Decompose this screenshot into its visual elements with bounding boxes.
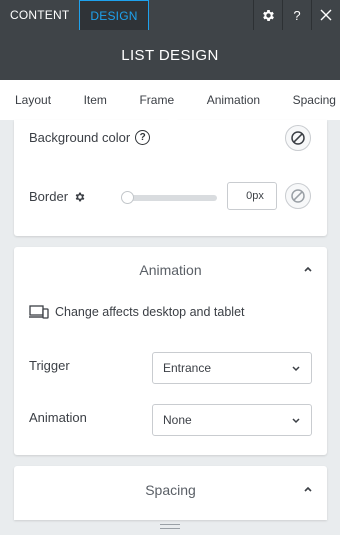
- tab-content[interactable]: CONTENT: [0, 0, 79, 30]
- page-title: LIST DESIGN: [121, 46, 219, 64]
- top-bar: CONTENT DESIGN ?: [0, 0, 340, 30]
- animation-select[interactable]: None: [152, 404, 312, 436]
- settings-button[interactable]: [253, 0, 282, 30]
- border-width-input[interactable]: [227, 182, 277, 210]
- sub-tabs: Layout Item Frame Animation Spacing: [0, 80, 340, 120]
- chevron-up-icon[interactable]: [303, 484, 313, 494]
- spacing-section-title[interactable]: Spacing: [14, 482, 327, 498]
- tab-spacing[interactable]: Spacing: [293, 93, 336, 107]
- tab-design[interactable]: DESIGN: [79, 0, 149, 30]
- background-color-row: Background color ?: [29, 130, 151, 145]
- trigger-select[interactable]: Entrance: [152, 352, 312, 384]
- close-button[interactable]: [311, 0, 340, 30]
- tab-animation[interactable]: Animation: [207, 93, 260, 107]
- devices-icon: [29, 305, 49, 319]
- tab-layout[interactable]: Layout: [15, 93, 51, 107]
- trigger-label: Trigger: [29, 358, 70, 373]
- trigger-value: Entrance: [163, 361, 212, 375]
- gear-icon: [262, 9, 274, 21]
- no-color-icon: [291, 131, 305, 145]
- border-slider-track[interactable]: [124, 195, 217, 201]
- chevron-down-icon: [292, 366, 300, 372]
- tab-item[interactable]: Item: [84, 93, 107, 107]
- device-note: Change affects desktop and tablet: [29, 305, 245, 319]
- chevron-up-icon[interactable]: [303, 264, 313, 274]
- panel-header: LIST DESIGN: [0, 30, 340, 80]
- help-icon[interactable]: ?: [135, 130, 151, 145]
- background-color-label: Background color: [29, 130, 131, 145]
- animation-section: Animation Change affects desktop and tab…: [14, 247, 327, 455]
- no-color-icon: [291, 189, 305, 203]
- background-color-reset-button[interactable]: [285, 125, 311, 151]
- border-label: Border: [29, 189, 69, 204]
- gear-icon: [75, 192, 85, 201]
- spacing-section: Spacing: [14, 466, 327, 520]
- animation-value: None: [163, 413, 192, 427]
- frame-section: Background color ? Border: [14, 120, 327, 236]
- border-slider-handle[interactable]: [121, 191, 134, 204]
- close-icon: [320, 9, 332, 21]
- border-reset-button[interactable]: [285, 183, 311, 209]
- resize-handle[interactable]: [160, 524, 180, 529]
- help-icon: ?: [293, 7, 301, 23]
- help-button[interactable]: ?: [282, 0, 311, 30]
- border-settings-button[interactable]: [74, 191, 86, 203]
- animation-section-title[interactable]: Animation: [14, 262, 327, 278]
- device-note-text: Change affects desktop and tablet: [55, 305, 245, 319]
- border-row: Border: [29, 189, 86, 204]
- animation-label: Animation: [29, 410, 87, 425]
- chevron-down-icon: [292, 418, 300, 424]
- tab-frame[interactable]: Frame: [139, 93, 174, 107]
